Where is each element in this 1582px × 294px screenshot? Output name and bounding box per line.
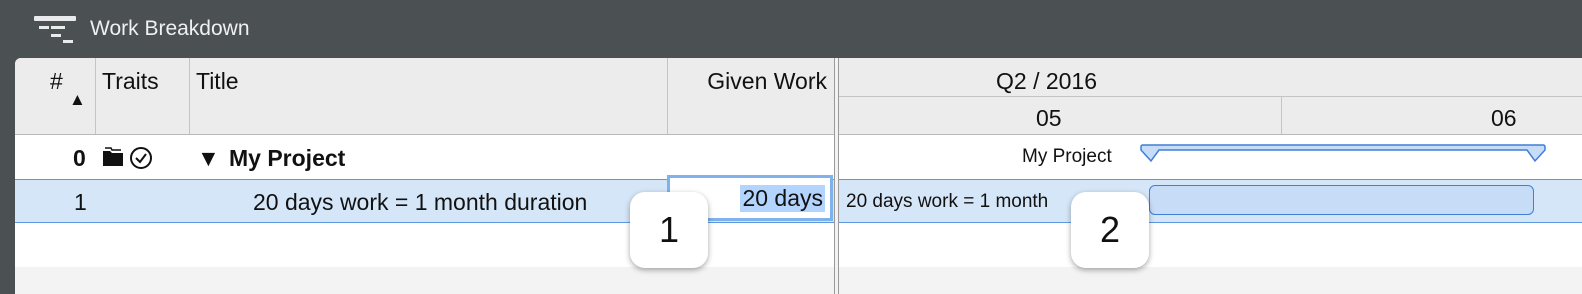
disclosure-triangle-icon[interactable]: ▼ [197,145,220,172]
window-titlebar: Work Breakdown [0,0,1582,58]
column-divider[interactable] [95,58,96,134]
folder-icon [103,147,123,166]
table-header: # ▲ Traits Title Given Work Q2 / 2016 05… [15,58,1582,135]
window-title: Work Breakdown [90,17,250,40]
column-header-title[interactable]: Title [196,68,239,95]
month-divider [1281,97,1282,134]
column-divider[interactable] [667,58,668,134]
table-row-empty[interactable] [15,267,1582,294]
callout-badge: 2 [1071,192,1149,268]
table-row-empty[interactable] [15,223,1582,267]
task-title[interactable]: 20 days work = 1 month duration [253,189,587,216]
column-divider[interactable] [189,58,190,134]
timeline-month-label: 05 [1036,105,1062,131]
timeline-divider [837,96,1582,97]
gantt-bar-label: 20 days work = 1 month [846,191,1049,212]
row-number: 0 [73,145,86,171]
row-number: 1 [74,189,87,215]
sort-ascending-icon[interactable]: ▲ [69,90,86,110]
outline-hierarchy-icon [34,16,76,43]
work-breakdown-panel: # ▲ Traits Title Given Work Q2 / 2016 05… [15,58,1582,294]
gantt-task-bar[interactable] [1149,185,1534,215]
gantt-summary-bar[interactable] [1140,144,1546,166]
task-title[interactable]: My Project [229,145,345,172]
table-gantt-splitter[interactable] [834,58,839,294]
clock-icon [130,147,152,169]
gantt-bar-label: My Project [1022,146,1112,167]
given-work-selected-text[interactable]: 20 days [740,185,825,212]
callout-badge: 1 [630,192,708,268]
timeline-month-label: 06 [1491,105,1517,131]
column-header-number[interactable]: # [50,68,63,95]
column-header-given-work[interactable]: Given Work [707,68,827,95]
column-header-traits[interactable]: Traits [102,68,159,95]
timeline-period-label: Q2 / 2016 [996,68,1098,94]
